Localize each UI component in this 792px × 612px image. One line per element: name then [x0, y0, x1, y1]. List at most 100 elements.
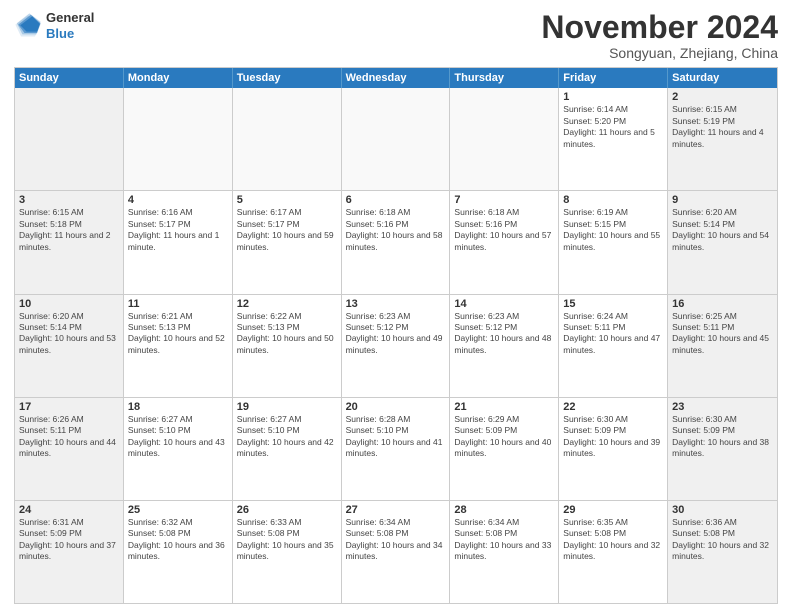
day-cell-19: 19Sunrise: 6:27 AMSunset: 5:10 PMDayligh…: [233, 398, 342, 500]
day-cell-16: 16Sunrise: 6:25 AMSunset: 5:11 PMDayligh…: [668, 295, 777, 397]
day-number: 5: [237, 194, 337, 206]
day-info: Sunrise: 6:20 AMSunset: 5:14 PMDaylight:…: [672, 207, 773, 253]
day-info: Sunrise: 6:31 AMSunset: 5:09 PMDaylight:…: [19, 517, 119, 563]
logo-text: General Blue: [46, 10, 94, 41]
day-info: Sunrise: 6:21 AMSunset: 5:13 PMDaylight:…: [128, 311, 228, 357]
header: General Blue November 2024 Songyuan, Zhe…: [14, 10, 778, 61]
day-cell-11: 11Sunrise: 6:21 AMSunset: 5:13 PMDayligh…: [124, 295, 233, 397]
day-info: Sunrise: 6:22 AMSunset: 5:13 PMDaylight:…: [237, 311, 337, 357]
day-cell-25: 25Sunrise: 6:32 AMSunset: 5:08 PMDayligh…: [124, 501, 233, 603]
day-cell-29: 29Sunrise: 6:35 AMSunset: 5:08 PMDayligh…: [559, 501, 668, 603]
day-info: Sunrise: 6:23 AMSunset: 5:12 PMDaylight:…: [346, 311, 446, 357]
day-info: Sunrise: 6:34 AMSunset: 5:08 PMDaylight:…: [454, 517, 554, 563]
calendar-body: 1Sunrise: 6:14 AMSunset: 5:20 PMDaylight…: [15, 88, 777, 603]
day-info: Sunrise: 6:30 AMSunset: 5:09 PMDaylight:…: [672, 414, 773, 460]
day-info: Sunrise: 6:36 AMSunset: 5:08 PMDaylight:…: [672, 517, 773, 563]
header-day-wednesday: Wednesday: [342, 68, 451, 88]
day-info: Sunrise: 6:23 AMSunset: 5:12 PMDaylight:…: [454, 311, 554, 357]
day-number: 3: [19, 194, 119, 206]
empty-cell: [342, 88, 451, 190]
day-cell-28: 28Sunrise: 6:34 AMSunset: 5:08 PMDayligh…: [450, 501, 559, 603]
day-number: 4: [128, 194, 228, 206]
day-cell-2: 2Sunrise: 6:15 AMSunset: 5:19 PMDaylight…: [668, 88, 777, 190]
logo-blue: Blue: [46, 26, 74, 41]
empty-cell: [15, 88, 124, 190]
day-info: Sunrise: 6:34 AMSunset: 5:08 PMDaylight:…: [346, 517, 446, 563]
title-block: November 2024 Songyuan, Zhejiang, China: [541, 10, 778, 61]
day-cell-26: 26Sunrise: 6:33 AMSunset: 5:08 PMDayligh…: [233, 501, 342, 603]
day-number: 18: [128, 401, 228, 413]
day-info: Sunrise: 6:29 AMSunset: 5:09 PMDaylight:…: [454, 414, 554, 460]
header-day-tuesday: Tuesday: [233, 68, 342, 88]
day-number: 8: [563, 194, 663, 206]
day-cell-22: 22Sunrise: 6:30 AMSunset: 5:09 PMDayligh…: [559, 398, 668, 500]
day-cell-5: 5Sunrise: 6:17 AMSunset: 5:17 PMDaylight…: [233, 191, 342, 293]
day-cell-23: 23Sunrise: 6:30 AMSunset: 5:09 PMDayligh…: [668, 398, 777, 500]
day-info: Sunrise: 6:25 AMSunset: 5:11 PMDaylight:…: [672, 311, 773, 357]
day-cell-10: 10Sunrise: 6:20 AMSunset: 5:14 PMDayligh…: [15, 295, 124, 397]
day-cell-27: 27Sunrise: 6:34 AMSunset: 5:08 PMDayligh…: [342, 501, 451, 603]
day-number: 20: [346, 401, 446, 413]
day-number: 26: [237, 504, 337, 516]
day-number: 17: [19, 401, 119, 413]
day-number: 21: [454, 401, 554, 413]
day-number: 22: [563, 401, 663, 413]
day-cell-9: 9Sunrise: 6:20 AMSunset: 5:14 PMDaylight…: [668, 191, 777, 293]
week-row-3: 10Sunrise: 6:20 AMSunset: 5:14 PMDayligh…: [15, 294, 777, 397]
day-info: Sunrise: 6:28 AMSunset: 5:10 PMDaylight:…: [346, 414, 446, 460]
day-info: Sunrise: 6:17 AMSunset: 5:17 PMDaylight:…: [237, 207, 337, 253]
header-day-thursday: Thursday: [450, 68, 559, 88]
day-cell-20: 20Sunrise: 6:28 AMSunset: 5:10 PMDayligh…: [342, 398, 451, 500]
day-info: Sunrise: 6:27 AMSunset: 5:10 PMDaylight:…: [237, 414, 337, 460]
day-info: Sunrise: 6:35 AMSunset: 5:08 PMDaylight:…: [563, 517, 663, 563]
week-row-5: 24Sunrise: 6:31 AMSunset: 5:09 PMDayligh…: [15, 500, 777, 603]
logo: General Blue: [14, 10, 94, 41]
day-number: 30: [672, 504, 773, 516]
location-subtitle: Songyuan, Zhejiang, China: [541, 45, 778, 61]
week-row-4: 17Sunrise: 6:26 AMSunset: 5:11 PMDayligh…: [15, 397, 777, 500]
week-row-1: 1Sunrise: 6:14 AMSunset: 5:20 PMDaylight…: [15, 88, 777, 190]
day-info: Sunrise: 6:20 AMSunset: 5:14 PMDaylight:…: [19, 311, 119, 357]
day-number: 28: [454, 504, 554, 516]
day-cell-15: 15Sunrise: 6:24 AMSunset: 5:11 PMDayligh…: [559, 295, 668, 397]
day-cell-14: 14Sunrise: 6:23 AMSunset: 5:12 PMDayligh…: [450, 295, 559, 397]
day-number: 27: [346, 504, 446, 516]
header-day-friday: Friday: [559, 68, 668, 88]
day-number: 25: [128, 504, 228, 516]
day-number: 16: [672, 298, 773, 310]
day-number: 9: [672, 194, 773, 206]
day-cell-17: 17Sunrise: 6:26 AMSunset: 5:11 PMDayligh…: [15, 398, 124, 500]
day-cell-7: 7Sunrise: 6:18 AMSunset: 5:16 PMDaylight…: [450, 191, 559, 293]
header-day-monday: Monday: [124, 68, 233, 88]
day-number: 2: [672, 91, 773, 103]
day-info: Sunrise: 6:15 AMSunset: 5:18 PMDaylight:…: [19, 207, 119, 253]
day-cell-8: 8Sunrise: 6:19 AMSunset: 5:15 PMDaylight…: [559, 191, 668, 293]
day-info: Sunrise: 6:33 AMSunset: 5:08 PMDaylight:…: [237, 517, 337, 563]
day-cell-24: 24Sunrise: 6:31 AMSunset: 5:09 PMDayligh…: [15, 501, 124, 603]
day-cell-6: 6Sunrise: 6:18 AMSunset: 5:16 PMDaylight…: [342, 191, 451, 293]
day-number: 24: [19, 504, 119, 516]
day-info: Sunrise: 6:27 AMSunset: 5:10 PMDaylight:…: [128, 414, 228, 460]
day-number: 15: [563, 298, 663, 310]
day-info: Sunrise: 6:18 AMSunset: 5:16 PMDaylight:…: [346, 207, 446, 253]
calendar-header: SundayMondayTuesdayWednesdayThursdayFrid…: [15, 68, 777, 88]
day-number: 14: [454, 298, 554, 310]
week-row-2: 3Sunrise: 6:15 AMSunset: 5:18 PMDaylight…: [15, 190, 777, 293]
day-info: Sunrise: 6:24 AMSunset: 5:11 PMDaylight:…: [563, 311, 663, 357]
day-cell-21: 21Sunrise: 6:29 AMSunset: 5:09 PMDayligh…: [450, 398, 559, 500]
day-number: 23: [672, 401, 773, 413]
day-info: Sunrise: 6:30 AMSunset: 5:09 PMDaylight:…: [563, 414, 663, 460]
day-number: 11: [128, 298, 228, 310]
day-number: 6: [346, 194, 446, 206]
day-cell-30: 30Sunrise: 6:36 AMSunset: 5:08 PMDayligh…: [668, 501, 777, 603]
day-number: 1: [563, 91, 663, 103]
header-day-saturday: Saturday: [668, 68, 777, 88]
day-info: Sunrise: 6:19 AMSunset: 5:15 PMDaylight:…: [563, 207, 663, 253]
day-number: 19: [237, 401, 337, 413]
day-cell-4: 4Sunrise: 6:16 AMSunset: 5:17 PMDaylight…: [124, 191, 233, 293]
day-cell-1: 1Sunrise: 6:14 AMSunset: 5:20 PMDaylight…: [559, 88, 668, 190]
day-info: Sunrise: 6:26 AMSunset: 5:11 PMDaylight:…: [19, 414, 119, 460]
day-info: Sunrise: 6:18 AMSunset: 5:16 PMDaylight:…: [454, 207, 554, 253]
day-info: Sunrise: 6:16 AMSunset: 5:17 PMDaylight:…: [128, 207, 228, 253]
logo-general: General: [46, 10, 94, 25]
